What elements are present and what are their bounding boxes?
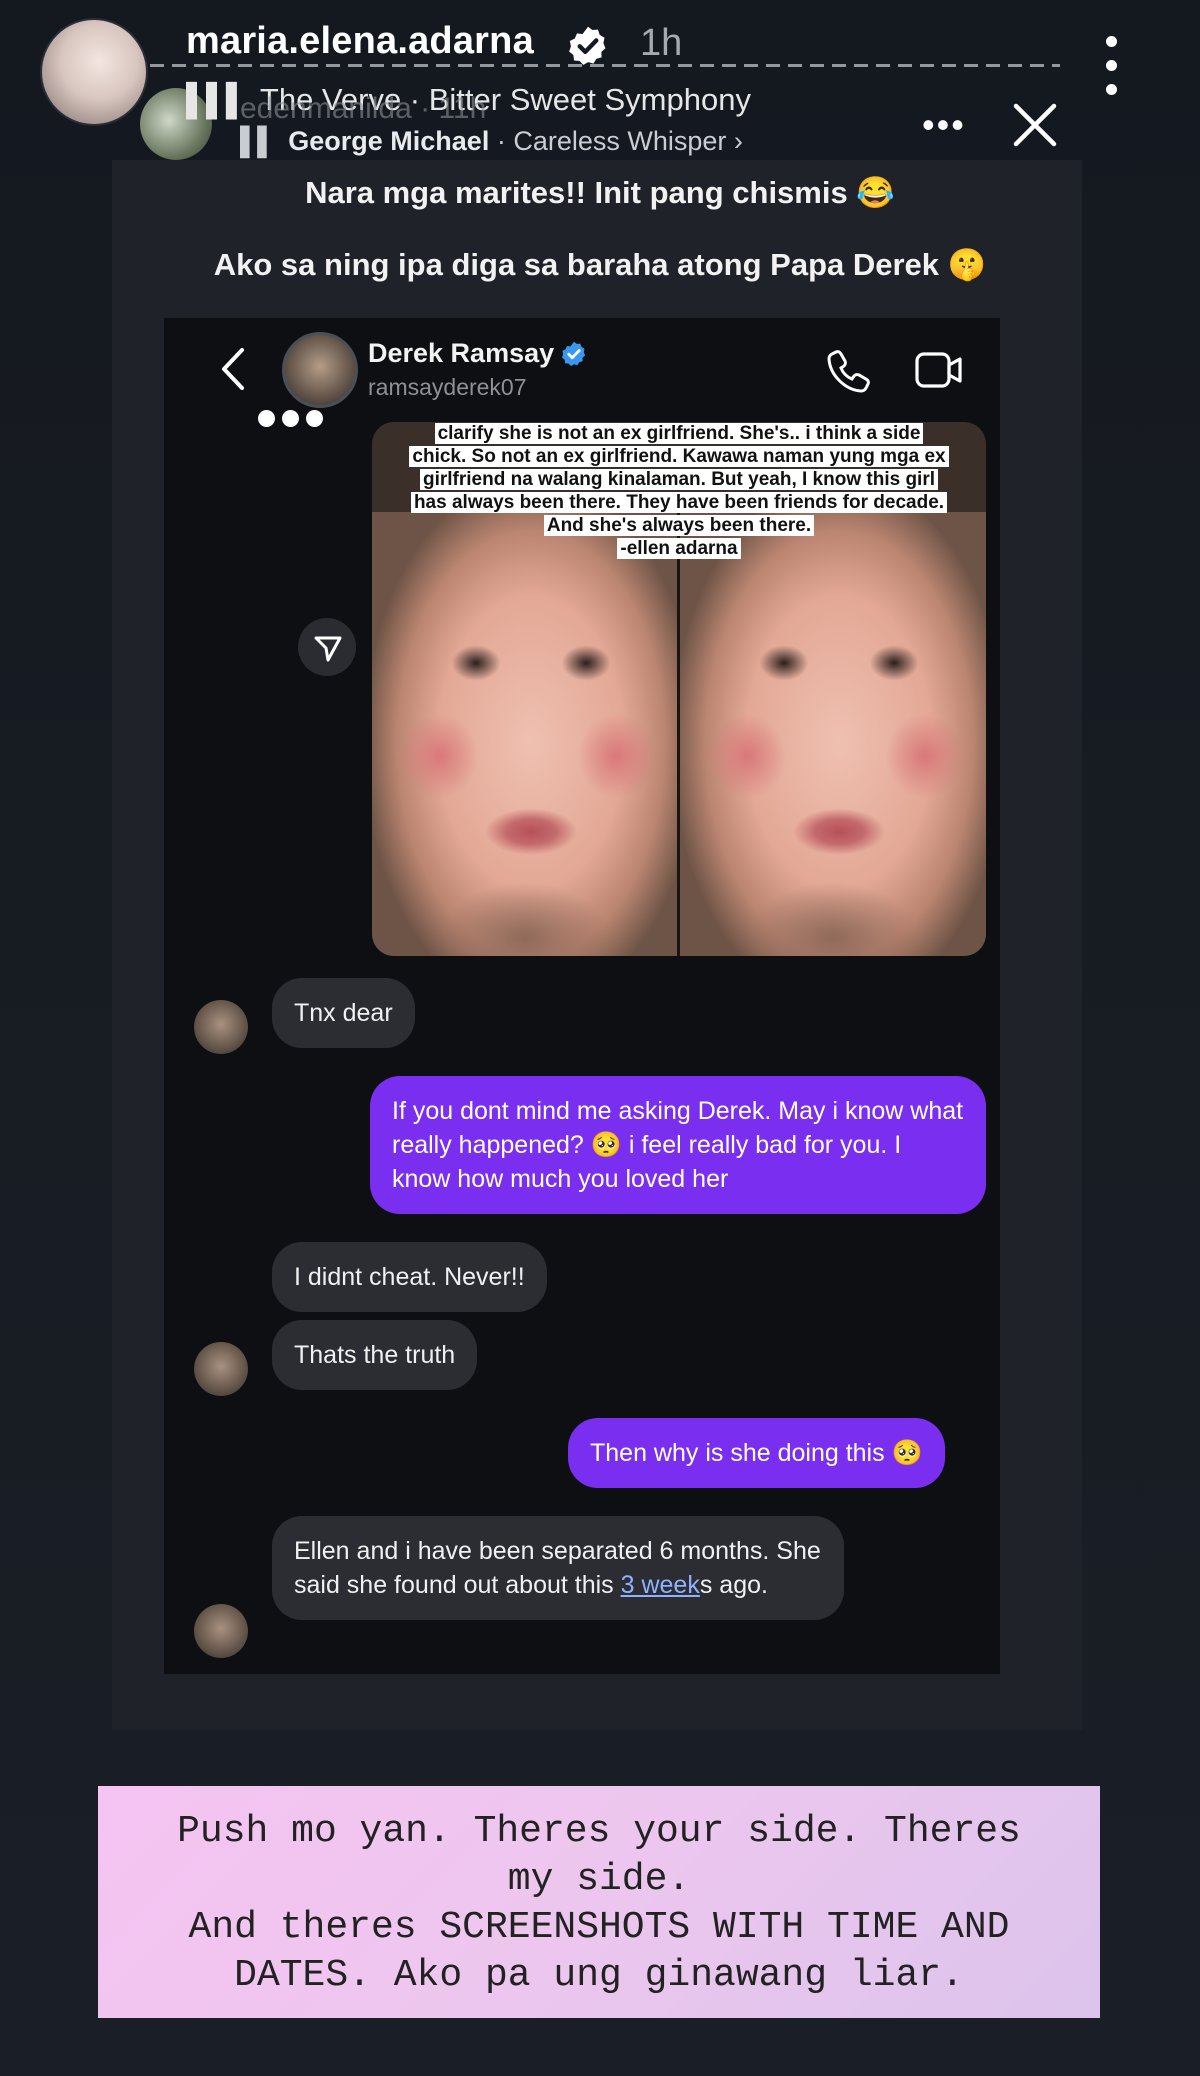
music-ghost-label: edenmanilda · 11h (240, 92, 487, 125)
overlay-quote: clarify she is not an ex girlfriend. She… (378, 422, 980, 560)
sender-avatar (194, 1000, 248, 1054)
story-caption-line-2: Ako sa ning ipa diga sa baraha atong Pap… (213, 247, 987, 282)
message-outgoing[interactable]: Then why is she doing this 🥺 (568, 1418, 945, 1488)
overlay-line: And she's always been there. (543, 515, 815, 536)
verified-badge-icon (569, 26, 606, 65)
close-icon[interactable] (1010, 100, 1060, 150)
overlay-line: chick. So not an ex girlfriend. Kawawa n… (409, 446, 949, 467)
music-secondary[interactable]: ▌▌ George Michael · Careless Whisper › (240, 126, 743, 157)
music-bars-icon: ▌▌ (240, 126, 276, 156)
face-frame-left (372, 512, 678, 956)
story-text-note: Push mo yan. Theres your side. Theres my… (98, 1786, 1100, 2018)
music-bars-icon: ▌▌▌ (186, 82, 248, 117)
overlay-line: clarify she is not an ex girlfriend. She… (434, 423, 924, 444)
sender-avatar (194, 1604, 248, 1658)
overlay-line: has always been there. They have been fr… (410, 492, 948, 513)
message-link[interactable]: 3 week (621, 1571, 700, 1599)
typing-indicator (258, 410, 338, 432)
message-outgoing[interactable]: If you dont mind me asking Derek. May i … (370, 1076, 986, 1214)
message-incoming[interactable]: I didnt cheat. Never!! (272, 1242, 547, 1312)
back-arrow-icon[interactable] (218, 346, 248, 392)
story-time: 1h (640, 22, 683, 64)
message-incoming[interactable]: Thats the truth (272, 1320, 478, 1390)
music-primary[interactable]: ▌▌▌ The Verve · Bitter Sweet Symphony ede… (186, 82, 751, 125)
story-progress-bar (150, 64, 1060, 67)
contact-avatar[interactable] (282, 332, 358, 408)
share-icon[interactable] (298, 618, 356, 676)
face-frame-right (680, 512, 986, 956)
story-caption-line-1: Nara mga marites!! Init pang chismis 😂 (305, 175, 895, 210)
forwarded-video-preview[interactable]: clarify she is not an ex girlfriend. She… (372, 422, 986, 956)
message-text: s ago. (699, 1571, 768, 1599)
story-username[interactable]: maria.elena.adarna (186, 20, 534, 63)
more-vertical-icon[interactable] (1106, 36, 1120, 96)
video-camera-icon[interactable] (914, 348, 964, 392)
message-incoming[interactable]: Tnx dear (272, 978, 415, 1048)
contact-handle: ramsayderek07 (368, 374, 527, 400)
music-secondary-song: · Careless Whisper › (489, 126, 743, 156)
story-avatar[interactable] (40, 18, 148, 126)
verified-badge-icon (561, 341, 586, 367)
message-incoming[interactable]: Ellen and i have been separated 6 months… (272, 1516, 844, 1620)
more-horizontal-icon[interactable]: ••• (922, 104, 966, 146)
contact-name[interactable]: Derek Ramsay (368, 338, 554, 369)
phone-icon[interactable] (826, 348, 872, 394)
overlay-line: -ellen adarna (617, 538, 741, 559)
music-secondary-artist: George Michael (288, 126, 490, 156)
sender-avatar (194, 1342, 248, 1396)
overlay-line: girlfriend na walang kinalaman. But yeah… (419, 469, 939, 490)
